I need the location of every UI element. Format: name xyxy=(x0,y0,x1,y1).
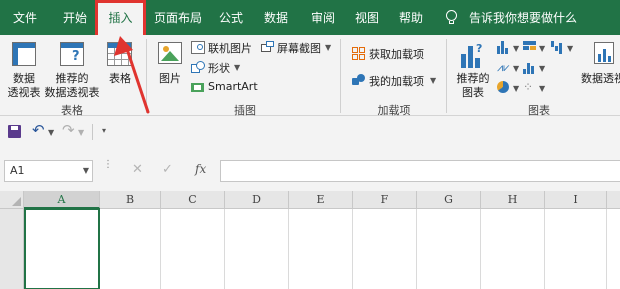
tab-review[interactable]: 审阅 xyxy=(311,0,335,35)
chevron-down-icon[interactable]: ▼ xyxy=(539,64,545,73)
redo-icon: ↷ xyxy=(62,121,75,139)
chevron-down-icon[interactable]: ▼ xyxy=(513,84,519,93)
menu-bar: 文件 开始 插入 页面布局 公式 数据 审阅 视图 帮助 告诉我你想要做什么 xyxy=(0,0,620,35)
my-addins-icon[interactable] xyxy=(352,74,366,87)
recommended-pivot-label-2[interactable]: 数据透视表 xyxy=(44,84,100,100)
group-separator xyxy=(446,39,447,113)
pivot-table-label-2[interactable]: 透视表 xyxy=(4,84,44,100)
pivot-chart-icon[interactable] xyxy=(594,42,614,66)
column-header-a[interactable]: A xyxy=(24,191,100,209)
column-header-b[interactable]: B xyxy=(100,191,161,209)
tab-insert[interactable]: 插入 xyxy=(95,0,146,35)
active-cell-a1[interactable] xyxy=(24,208,100,289)
name-box-value: A1 xyxy=(10,164,25,177)
recommended-charts-label-2[interactable]: 图表 xyxy=(456,84,490,100)
chevron-down-icon[interactable]: ▼ xyxy=(325,43,331,52)
group-separator xyxy=(340,39,341,113)
drag-handle-icon[interactable]: ⋮ xyxy=(103,160,113,170)
table-button-label[interactable]: 表格 xyxy=(104,70,136,86)
column-header-e[interactable]: E xyxy=(289,191,353,209)
ribbon: 数据 透视表 ? 推荐的 数据透视表 表格 表格 图片 联机图片 形状 ▼ Sm… xyxy=(0,35,620,117)
chevron-down-icon[interactable]: ▼ xyxy=(83,161,89,181)
formula-input[interactable] xyxy=(220,160,620,182)
gridline xyxy=(416,209,417,289)
chevron-down-icon[interactable]: ▼ xyxy=(539,44,545,53)
lightbulb-icon[interactable] xyxy=(445,10,458,26)
column-header-h[interactable]: H xyxy=(481,191,545,209)
picture-icon[interactable] xyxy=(158,42,182,64)
column-chart-icon[interactable] xyxy=(497,41,511,54)
recommended-charts-icon[interactable]: ? xyxy=(460,42,486,68)
column-header-i[interactable]: I xyxy=(545,191,607,209)
chevron-down-icon[interactable]: ▼ xyxy=(234,63,240,72)
insert-function-icon[interactable]: fx xyxy=(195,162,206,176)
worksheet-grid: A B C D E F G H I xyxy=(0,191,620,289)
chevron-down-icon[interactable]: ▼ xyxy=(513,64,519,73)
column-header-c[interactable]: C xyxy=(161,191,225,209)
recommended-pivot-icon[interactable]: ? xyxy=(60,42,84,66)
tab-formulas[interactable]: 公式 xyxy=(219,0,243,35)
tab-home[interactable]: 开始 xyxy=(63,0,87,35)
online-pictures-label[interactable]: 联机图片 xyxy=(208,40,252,56)
shapes-label[interactable]: 形状 xyxy=(208,60,230,76)
chevron-down-icon[interactable]: ▼ xyxy=(539,84,545,93)
cancel-icon: ✕ xyxy=(132,162,143,177)
select-all-button[interactable] xyxy=(0,191,24,209)
gridline xyxy=(288,209,289,289)
chevron-down-icon: ▼ xyxy=(78,128,85,137)
tab-help[interactable]: 帮助 xyxy=(399,0,423,35)
row-headers[interactable] xyxy=(0,209,24,289)
gridline xyxy=(352,209,353,289)
save-icon[interactable] xyxy=(8,125,21,138)
undo-icon[interactable]: ↶ xyxy=(32,121,45,139)
pictures-button-label[interactable]: 图片 xyxy=(155,70,185,86)
gridline xyxy=(160,209,161,289)
gridline xyxy=(224,209,225,289)
column-header-d[interactable]: D xyxy=(225,191,289,209)
name-box[interactable]: A1 ▼ xyxy=(4,160,93,182)
pivot-table-icon[interactable] xyxy=(12,42,36,66)
gridline xyxy=(480,209,481,289)
customize-toolbar-icon[interactable]: ▾ xyxy=(102,126,106,135)
tell-me-search[interactable]: 告诉我你想要做什么 xyxy=(469,0,577,35)
formula-bar: A1 ▼ ⋮ ✕ ✓ fx xyxy=(0,147,620,191)
line-chart-icon[interactable]: ⩘⩗ xyxy=(497,61,511,74)
screenshot-label[interactable]: 屏幕截图 xyxy=(277,40,321,56)
store-icon[interactable] xyxy=(352,47,366,60)
statistic-chart-icon[interactable] xyxy=(523,61,537,74)
enter-icon: ✓ xyxy=(162,162,173,177)
pie-chart-icon[interactable] xyxy=(497,81,511,94)
group-separator xyxy=(146,39,147,113)
smartart-label[interactable]: SmartArt xyxy=(208,80,258,93)
column-header-g[interactable]: G xyxy=(417,191,481,209)
tab-data[interactable]: 数据 xyxy=(264,0,288,35)
toolbar-separator xyxy=(92,124,93,140)
get-addins-label[interactable]: 获取加载项 xyxy=(369,46,424,62)
column-header-next[interactable] xyxy=(607,191,620,209)
pivot-chart-label[interactable]: 数据透视 xyxy=(581,70,620,86)
gridline xyxy=(606,209,607,289)
chevron-down-icon[interactable]: ▼ xyxy=(48,128,54,137)
tab-page-layout[interactable]: 页面布局 xyxy=(154,0,202,35)
column-header-f[interactable]: F xyxy=(353,191,417,209)
gridline xyxy=(544,209,545,289)
tab-view[interactable]: 视图 xyxy=(355,0,379,35)
waterfall-chart-icon[interactable] xyxy=(551,41,565,54)
tab-file[interactable]: 文件 xyxy=(13,0,37,35)
chevron-down-icon[interactable]: ▼ xyxy=(430,76,436,85)
my-addins-label[interactable]: 我的加载项 xyxy=(369,73,424,89)
online-picture-icon[interactable] xyxy=(191,41,205,54)
table-icon[interactable] xyxy=(107,42,132,66)
chevron-down-icon[interactable]: ▼ xyxy=(513,44,519,53)
hierarchy-chart-icon[interactable] xyxy=(523,41,537,54)
quick-access-toolbar: ↶ ▼ ↷ ▼ ▾ xyxy=(0,116,620,147)
screenshot-icon[interactable] xyxy=(261,41,275,54)
scatter-chart-icon[interactable]: ⁘ xyxy=(523,81,537,94)
shapes-icon[interactable] xyxy=(191,61,205,74)
smartart-icon[interactable] xyxy=(191,81,205,94)
chevron-down-icon[interactable]: ▼ xyxy=(567,44,573,53)
